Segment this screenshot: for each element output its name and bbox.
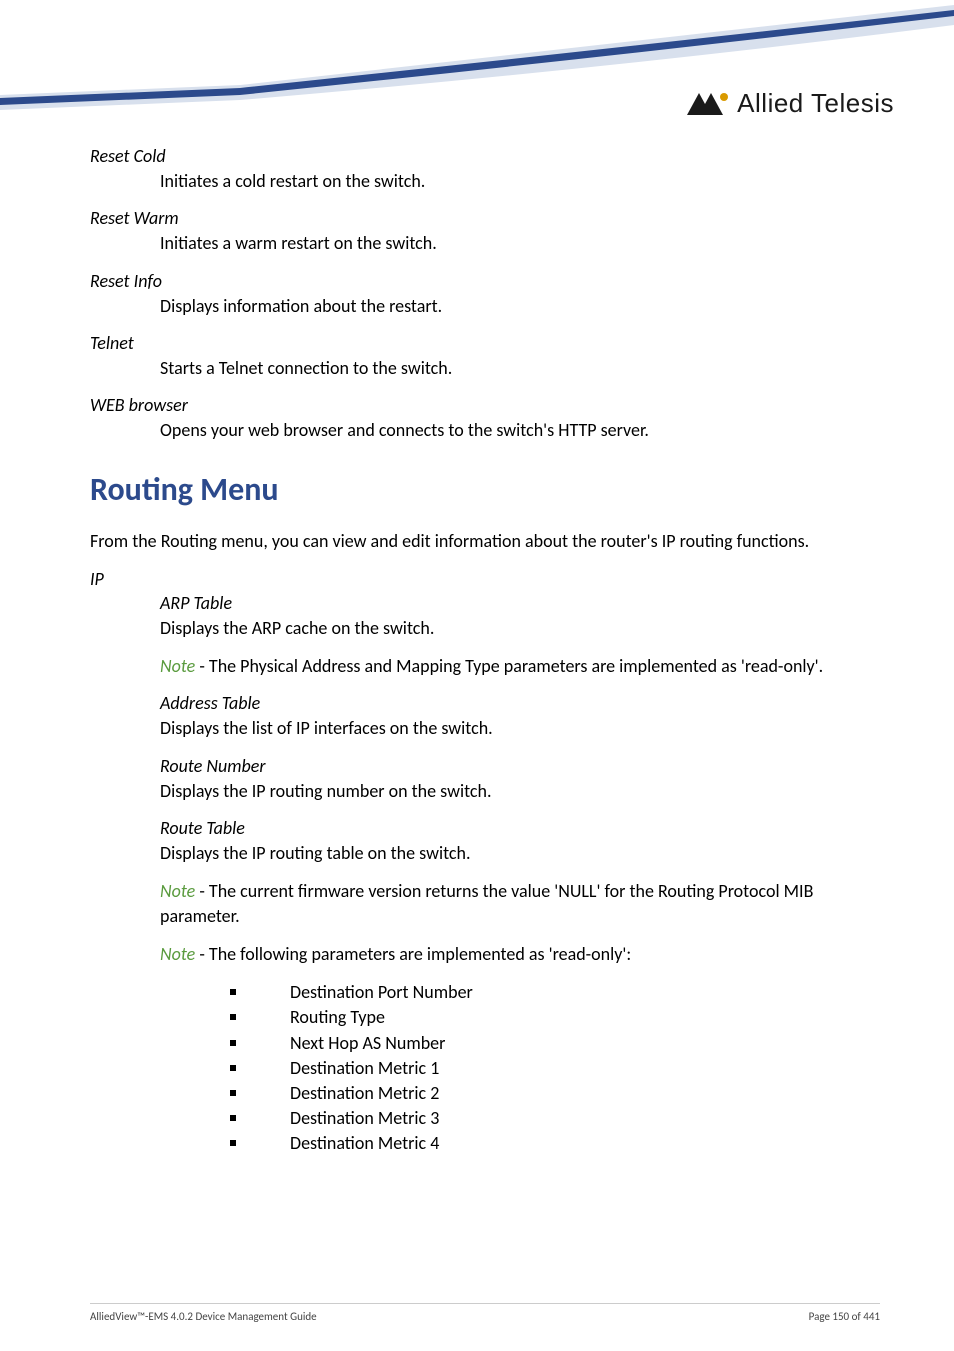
brand-mark-icon [685,91,729,117]
brand-logo: Allied Telesis [685,88,894,119]
footer-doc-title: AlliedView™-EMS 4.0.2 Device Management … [90,1310,317,1323]
note-prefix: Note [160,880,195,902]
subterm-arp-table: ARP Table [160,592,880,614]
subdef-route-number: Displays the IP routing number on the sw… [160,779,880,803]
header-swoosh-graphic [0,0,954,150]
def-reset-cold: Initiates a cold restart on the switch. [160,169,880,193]
def-reset-warm: Initiates a warm restart on the switch. [160,231,880,255]
note-prefix: Note [160,655,195,677]
term-ip: IP [90,568,880,590]
readonly-params-list: Destination Port Number Routing Type Nex… [230,980,880,1156]
list-item: Routing Type [230,1005,880,1030]
term-reset-warm: Reset Warm [90,207,880,229]
def-reset-info: Displays information about the restart. [160,294,880,318]
term-reset-info: Reset Info [90,270,880,292]
def-web-browser: Opens your web browser and connects to t… [160,418,880,442]
section-heading: Routing Menu [90,470,880,509]
subdef-arp-table: Displays the ARP cache on the switch. [160,616,880,640]
note-arp: Note - The Physical Address and Mapping … [160,654,880,678]
list-item: Destination Metric 1 [230,1056,880,1081]
footer-page-number: Page 150 of 441 [809,1310,880,1323]
subterm-route-table: Route Table [160,817,880,839]
list-item: Next Hop AS Number [230,1031,880,1056]
note-text: - The Physical Address and Mapping Type … [195,655,823,677]
term-telnet: Telnet [90,332,880,354]
note-text: - The following parameters are implement… [195,943,631,965]
page-footer: AlliedView™-EMS 4.0.2 Device Management … [90,1303,880,1323]
def-telnet: Starts a Telnet connection to the switch… [160,356,880,380]
subdef-address-table: Displays the list of IP interfaces on th… [160,716,880,740]
note-route-table: Note - The current firmware version retu… [160,879,880,928]
subterm-route-number: Route Number [160,755,880,777]
section-intro: From the Routing menu, you can view and … [90,529,880,553]
page-content: Reset Cold Initiates a cold restart on t… [90,145,880,1156]
brand-logo-text: Allied Telesis [737,88,894,119]
note-readonly-params: Note - The following parameters are impl… [160,942,880,966]
list-item: Destination Metric 2 [230,1081,880,1106]
list-item: Destination Port Number [230,980,880,1005]
note-text: - The current firmware version returns t… [160,880,813,926]
note-prefix: Note [160,943,195,965]
list-item: Destination Metric 4 [230,1131,880,1156]
term-web-browser: WEB browser [90,394,880,416]
subdef-route-table: Displays the IP routing table on the swi… [160,841,880,865]
subterm-address-table: Address Table [160,692,880,714]
list-item: Destination Metric 3 [230,1106,880,1131]
term-reset-cold: Reset Cold [90,145,880,167]
